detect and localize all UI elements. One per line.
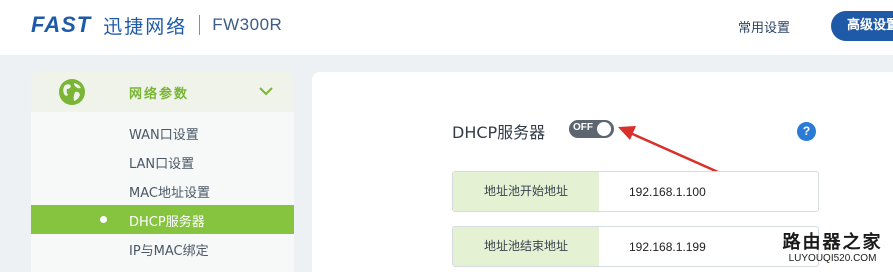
sidebar-item-wan[interactable]: WAN口设置 bbox=[31, 118, 294, 147]
watermark-text: 路由器之家 bbox=[782, 232, 883, 253]
pool-end-label: 地址池结束地址 bbox=[453, 227, 599, 266]
common-settings-link[interactable]: 常用设置 bbox=[738, 17, 790, 36]
page-title: DHCP服务器 bbox=[452, 123, 546, 142]
active-dot-icon bbox=[100, 216, 107, 223]
watermark: 路由器之家 LUYOUQI520.COM bbox=[772, 228, 893, 272]
sidebar-item-dhcp[interactable]: DHCP服务器 bbox=[31, 205, 294, 234]
sidebar-section-label: 网络参数 bbox=[129, 87, 190, 102]
brand-divider bbox=[199, 15, 201, 35]
sidebar-item-ip-mac-binding[interactable]: IP与MAC绑定 bbox=[31, 234, 294, 263]
sidebar-item-lan[interactable]: LAN口设置 bbox=[31, 147, 294, 176]
pool-start-field: 地址池开始地址 bbox=[452, 171, 819, 212]
sidebar-section-network[interactable]: 网络参数 bbox=[31, 72, 294, 112]
pool-end-field: 地址池结束地址 bbox=[452, 226, 819, 267]
brand-name: 迅捷网络 bbox=[103, 15, 188, 38]
sidebar: 网络参数 WAN口设置 LAN口设置 MAC地址设置 DHCP服务器 IP与MA… bbox=[31, 72, 294, 272]
dhcp-toggle[interactable]: OFF bbox=[569, 120, 614, 138]
globe-icon bbox=[59, 79, 85, 105]
device-model: FW300R bbox=[212, 15, 283, 34]
sidebar-item-label: IP与MAC绑定 bbox=[129, 244, 209, 259]
sidebar-item-label: WAN口设置 bbox=[129, 128, 199, 143]
chevron-down-icon[interactable] bbox=[259, 84, 273, 98]
toggle-state: OFF bbox=[573, 122, 593, 133]
watermark-url: LUYOUQI520.COM bbox=[788, 253, 877, 264]
toggle-knob bbox=[597, 122, 611, 136]
sidebar-item-label: MAC地址设置 bbox=[129, 186, 210, 201]
pool-start-input[interactable] bbox=[603, 172, 813, 211]
brand-logo: FAST bbox=[31, 12, 92, 37]
sidebar-item-label: LAN口设置 bbox=[129, 157, 195, 172]
advanced-settings-button[interactable]: 高级设置 bbox=[831, 11, 893, 41]
top-bar: FAST 迅捷网络 FW300R 常用设置 高级设置 bbox=[0, 0, 893, 55]
sidebar-item-mac[interactable]: MAC地址设置 bbox=[31, 176, 294, 205]
sidebar-item-label: DHCP服务器 bbox=[129, 215, 205, 230]
brand: FAST 迅捷网络 FW300R bbox=[31, 10, 282, 40]
help-icon[interactable]: ? bbox=[797, 122, 816, 141]
pool-start-label: 地址池开始地址 bbox=[453, 172, 599, 211]
